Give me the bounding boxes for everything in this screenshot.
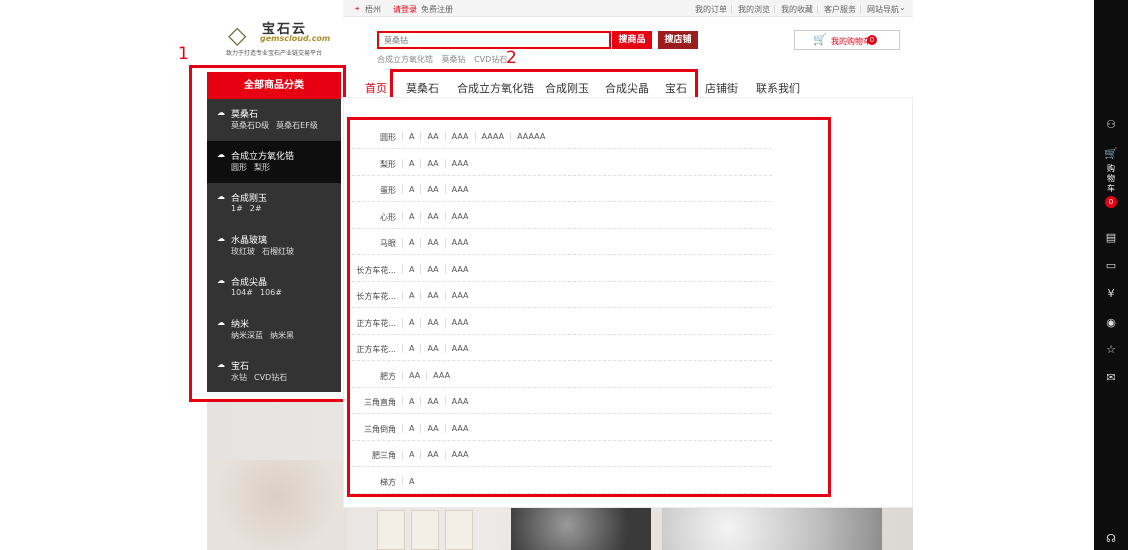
cart-icon[interactable]: 🛒 [1094, 147, 1128, 160]
diamond-logo-icon: ◇ [228, 21, 247, 49]
mail-icon[interactable]: ✉ [1094, 371, 1128, 384]
cart-count-badge: 0 [867, 35, 877, 45]
service-icon[interactable]: ☊ [1094, 532, 1128, 545]
annotation-label: 1 [178, 44, 189, 64]
register-link[interactable]: 免费注册 [421, 4, 453, 15]
search-products-button[interactable]: 搜商品 [612, 31, 652, 49]
search-shops-button[interactable]: 搜店铺 [658, 31, 698, 49]
nav-home[interactable]: 首页 [365, 80, 387, 96]
my-favorites-link[interactable]: 我的收藏 [781, 4, 813, 15]
my-history-link[interactable]: 我的浏览 [738, 4, 770, 15]
certificate-image [445, 510, 473, 550]
user-icon[interactable]: ⚇ [1094, 118, 1128, 131]
nav-contact[interactable]: 联系我们 [756, 80, 800, 96]
eye-icon[interactable]: ◉ [1094, 316, 1128, 329]
annotation-frame [189, 65, 346, 402]
orders-icon[interactable]: ▤ [1094, 231, 1128, 244]
star-icon[interactable]: ☆ [1094, 343, 1128, 356]
chevron-down-icon: ⌄ [899, 3, 906, 12]
search-input[interactable] [377, 31, 611, 49]
site-logo[interactable]: ◇ 宝石云 gemscloud.com 致力于打造专业宝石产业链交易平台 [222, 18, 332, 60]
my-orders-link[interactable]: 我的订单 [695, 4, 727, 15]
hotword-link[interactable]: CVD钻石 [474, 55, 507, 64]
hot-search-words: 合成立方氧化锆 莫桑钻 CVD钻石 [377, 54, 513, 65]
location-text[interactable]: 梧州 [365, 4, 381, 15]
annotation-frame [347, 117, 831, 497]
yen-icon[interactable]: ¥ [1094, 287, 1128, 300]
certificate-image [377, 510, 405, 550]
login-link[interactable]: 请登录 [393, 4, 417, 15]
right-toolbar: ⚇ 🛒 购 物 车 0 ▤ ▭ ¥ ◉ ☆ ✉ ☊ [1094, 0, 1128, 550]
toolbar-cart-text[interactable]: 购 [1094, 164, 1128, 174]
banner-hand-image [207, 460, 347, 550]
toolbar-cart-text[interactable]: 物 [1094, 174, 1128, 184]
toolbar-cart-badge: 0 [1105, 196, 1117, 208]
site-nav-link[interactable]: 网站导航 [867, 4, 899, 15]
nav-shop-street[interactable]: 店铺街 [705, 80, 738, 96]
diamonds-image [662, 508, 882, 550]
cart-icon: 🛒 [813, 33, 827, 46]
page: ⌖ 梧州 请登录 免费注册 我的订单 | 我的浏览 | 我的收藏 | 客户服务 … [0, 0, 1128, 550]
logo-domain: gemscloud.com [260, 34, 331, 43]
annotation-label: 2 [506, 48, 517, 68]
hotword-link[interactable]: 莫桑钻 [442, 55, 466, 64]
cart-label: 我的购物车 [831, 37, 871, 46]
location-pin-icon: ⌖ [355, 4, 360, 13]
top-bar: ⌖ 梧州 请登录 免费注册 我的订单 | 我的浏览 | 我的收藏 | 客户服务 … [343, 0, 913, 17]
toolbar-cart-text[interactable]: 车 [1094, 184, 1128, 194]
logo-slogan: 致力于打造专业宝石产业链交易平台 [226, 50, 323, 57]
customer-service-link[interactable]: 客户服务 [824, 4, 856, 15]
wallet-icon[interactable]: ▭ [1094, 259, 1128, 272]
cart-button[interactable]: 🛒 我的购物车 0 [794, 30, 900, 50]
jewelry-image [511, 508, 651, 550]
hotword-link[interactable]: 合成立方氧化锆 [377, 55, 433, 64]
certificate-image [411, 510, 439, 550]
